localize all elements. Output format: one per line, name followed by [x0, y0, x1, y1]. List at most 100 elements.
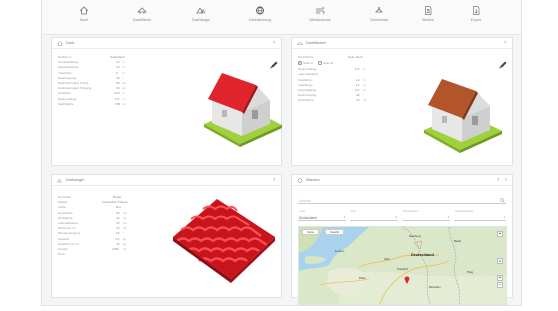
parameter-value: 42 — [116, 241, 120, 246]
parameter-row[interactable]: Dachfläche 78 m² — [298, 98, 373, 103]
parameter-label: Decklänge — [58, 215, 73, 220]
chevron-down-icon: ▾ — [503, 215, 505, 219]
parameter-unit: m — [122, 60, 125, 65]
parameter-value: 1560 — [112, 246, 119, 251]
snow-icon — [375, 7, 383, 13]
parameter-label: Gewicht — [58, 236, 70, 241]
close-icon[interactable]: × — [503, 177, 509, 183]
parameter-value: 50 — [116, 80, 120, 85]
parameter-value: Rot — [116, 205, 121, 210]
postal-code-field[interactable]: PLZ ▾ — [350, 210, 398, 221]
parameter-row[interactable]: Dachfläche 156 m² — [58, 102, 128, 107]
map-canvas — [299, 227, 506, 304]
map-type-tab-satellite[interactable]: Satellit — [325, 229, 345, 235]
roof-tile-3d-model[interactable] — [167, 189, 279, 289]
panel-header: Dachziegel ? — [52, 175, 281, 186]
search-icon[interactable] — [500, 198, 505, 203]
window — [252, 110, 258, 119]
toolbar-item-roof-area[interactable]: Dachfläche — [120, 6, 164, 32]
parameter-label: Ortganglänge — [298, 87, 317, 92]
address-field[interactable]: Adresse — [298, 197, 506, 204]
toolbar-item-export[interactable]: Export — [454, 6, 498, 32]
radio-side-a[interactable] — [298, 61, 302, 65]
toolbar-item-roof-tile[interactable]: Dachziegel — [179, 6, 223, 32]
map-city-label: Hamburg — [409, 234, 421, 238]
parameter-value: Braas — [113, 195, 122, 199]
toolbar-item-roofing[interactable]: Dachdeckung — [238, 6, 282, 32]
parameter-row[interactable]: Preis — [58, 252, 130, 257]
parameter-unit: ° — [363, 93, 365, 98]
parameter-label: Trauflänge — [298, 82, 313, 87]
parameter-unit: m — [363, 87, 366, 92]
help-icon[interactable]: ? — [271, 177, 277, 183]
panel-roof-area: Dachflächen ? Dachfläche Seite Nord Seite… — [291, 37, 513, 166]
parameter-label: Dachüberstand Ortgang — [58, 86, 92, 91]
map-city-label: München — [429, 285, 441, 289]
map-city-label: Köln — [384, 257, 390, 261]
map-fullscreen-button[interactable]: ▪ — [497, 231, 503, 237]
help-icon[interactable]: ? — [502, 40, 508, 46]
parameter-unit: cm — [122, 80, 127, 85]
edit-pencil-icon[interactable] — [270, 61, 278, 69]
parameter-label: Modell — [58, 200, 68, 205]
document-icon — [425, 6, 432, 15]
edit-pencil-icon[interactable] — [499, 61, 507, 69]
toolbar-item-wind-zone[interactable]: Windlastzone — [298, 6, 342, 32]
parameter-value: 33 — [116, 220, 120, 225]
zoom-out-button[interactable]: − — [497, 282, 503, 288]
snow-zone-select[interactable]: Schneelastzone ▾ — [454, 210, 506, 221]
wind-zone-select[interactable]: Windlastzone ▾ — [402, 210, 450, 221]
parameter-value: 22 — [116, 231, 120, 236]
country-select[interactable]: Land Deutschland ▾ — [298, 210, 346, 221]
roof-parameter-list: Dachform Satteldach Gebäudelänge 12 m Gebäu… — [58, 55, 128, 107]
parameter-unit: ° — [122, 75, 124, 80]
panel-title: Dach — [66, 41, 75, 45]
parameter-value: 12 — [116, 60, 120, 65]
help-icon[interactable]: ? — [495, 177, 501, 183]
house-3d-model[interactable] — [422, 78, 504, 153]
parameter-label: Mindestneigung — [58, 231, 80, 236]
parameter-unit: m — [363, 77, 366, 82]
map-city-label: London — [335, 249, 345, 253]
toolbar-item-roof[interactable]: Dach — [62, 6, 106, 32]
radio-side-b[interactable] — [318, 61, 322, 65]
field-hint: Windlastzone — [403, 210, 419, 213]
toolbar-label: Windlastzone — [309, 18, 331, 22]
side-radio-group: Seite A Seite B — [298, 60, 373, 67]
roof-tile-icon — [57, 178, 62, 183]
location-map[interactable]: Karte Satellit Deutschland Hamburg Berli… — [298, 226, 507, 305]
field-hint: Land — [299, 210, 305, 213]
parameter-value: 78 — [356, 98, 360, 103]
field-value: Deutschland — [299, 215, 317, 220]
radio-side-b-label: Seite B — [323, 61, 333, 66]
parameter-value: 10.2 — [114, 91, 121, 96]
window — [222, 110, 227, 117]
map-city-label: Paris — [359, 276, 366, 280]
parameter-label: Lattenabstand — [298, 72, 318, 77]
street-view-icon[interactable]: ● — [497, 258, 503, 264]
house-3d-model[interactable] — [202, 72, 284, 147]
parameter-value: 6.5 — [355, 67, 360, 72]
parameter-unit: kg — [123, 241, 127, 246]
roof-area-icon — [137, 7, 147, 14]
parameter-unit: cm — [123, 220, 128, 225]
parameter-label: Dachneigung — [298, 93, 317, 98]
export-icon — [473, 6, 480, 15]
roof-tile-icon — [196, 7, 206, 14]
parameter-label: Farbe — [58, 205, 67, 210]
parameter-label: Sparrenlänge — [298, 67, 317, 72]
parameter-value: 40 — [356, 93, 360, 98]
map-pin-icon[interactable] — [404, 276, 410, 284]
toolbar-item-snow-load[interactable]: Schneelast — [357, 6, 401, 32]
parameter-value: 4.2 — [115, 236, 120, 241]
parameter-label: Gebäudebreite — [58, 65, 79, 70]
parameter-label: Preis — [58, 252, 66, 257]
parameter-label: Sparrenlänge — [58, 96, 77, 101]
toolbar-item-report[interactable]: Bericht — [406, 6, 450, 32]
help-icon[interactable]: ? — [271, 40, 277, 46]
map-type-tab-map[interactable]: Karte — [302, 229, 320, 235]
parameter-value: 10 — [116, 226, 120, 231]
map-city-label: Prag — [467, 270, 473, 274]
parameter-label: Stück pro m² — [58, 226, 76, 231]
zoom-in-button[interactable]: + — [497, 275, 503, 281]
